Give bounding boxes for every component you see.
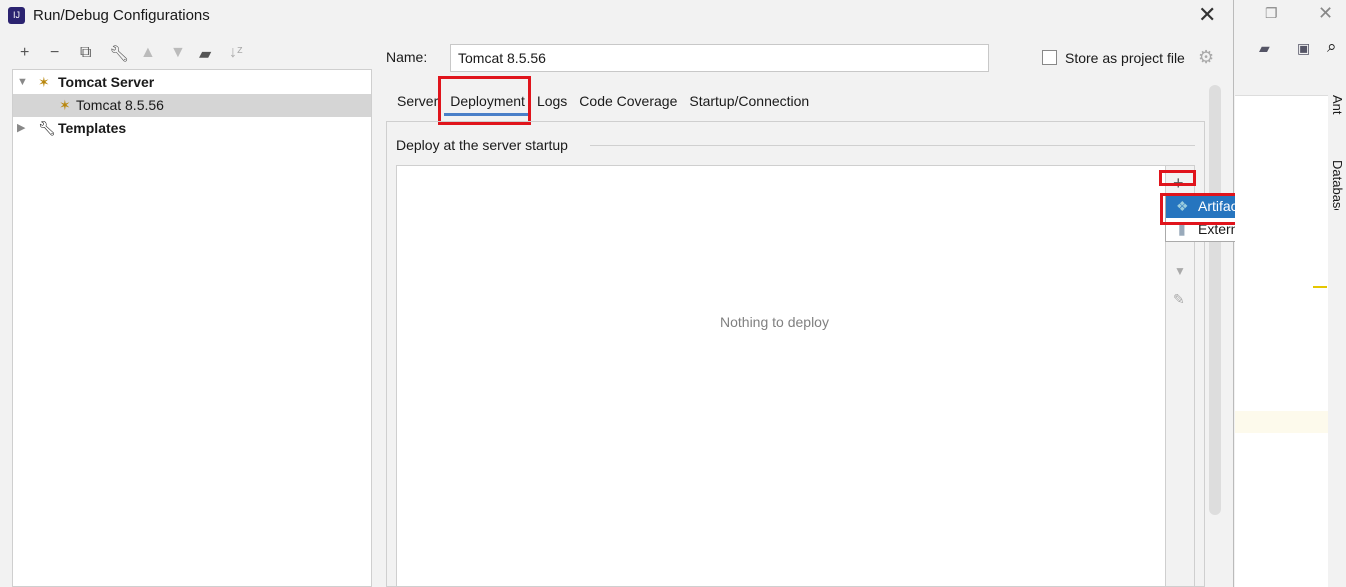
tab-logs[interactable]: Logs	[531, 92, 573, 116]
move-down-icon[interactable]: ▼	[1174, 264, 1186, 278]
highlight-box	[1159, 170, 1196, 186]
name-input[interactable]: Tomcat 8.5.56	[450, 44, 989, 72]
restore-icon[interactable]: ❐	[1265, 5, 1278, 22]
run-window-icon[interactable]: ▣	[1297, 40, 1310, 57]
run-debug-dialog: IJ Run/Debug Configurations ✕ + − ⧉ 🔧︎ ▲…	[0, 0, 1234, 587]
database-tool-tab[interactable]: Database	[1330, 160, 1345, 210]
new-folder-icon[interactable]: ▰	[199, 44, 211, 64]
tree-item-tomcat-8556[interactable]: ✶ Tomcat 8.5.56	[13, 94, 371, 117]
highlight-box	[438, 76, 531, 125]
tomcat-icon: ✶	[59, 94, 71, 117]
wrench-icon: 🔧︎	[38, 117, 56, 140]
tree-item-templates[interactable]: ▶ 🔧︎ Templates	[13, 117, 371, 140]
edit-icon[interactable]: ✎	[1173, 291, 1185, 308]
move-up-icon[interactable]: ▲	[140, 44, 156, 62]
add-icon[interactable]: +	[20, 44, 29, 62]
tab-server[interactable]: Server	[391, 92, 444, 116]
search-icon[interactable]: ⌕	[1327, 37, 1337, 57]
store-project-checkbox[interactable]	[1042, 50, 1057, 65]
deploy-list: Nothing to deploy	[396, 165, 1166, 587]
remove-icon[interactable]: −	[50, 44, 59, 62]
move-down-icon[interactable]: ▼	[170, 44, 186, 62]
gear-icon[interactable]: ⚙	[1198, 47, 1214, 68]
intellij-logo-icon: IJ	[8, 7, 25, 24]
tomcat-icon: ✶	[38, 71, 50, 94]
ide-background: ❐ ✕ ▰ ▣ ⌕ Ant Database	[1235, 0, 1346, 587]
close-icon[interactable]: ✕	[1198, 2, 1216, 28]
tree-item-tomcat-server[interactable]: ▼ ✶ Tomcat Server	[13, 71, 371, 94]
copy-icon[interactable]: ⧉	[80, 44, 91, 62]
tab-startup-connection[interactable]: Startup/Connection	[683, 92, 815, 116]
tab-code-coverage[interactable]: Code Coverage	[573, 92, 683, 116]
project-structure-icon[interactable]: ▰	[1259, 40, 1270, 57]
name-label: Name:	[386, 49, 427, 65]
empty-text: Nothing to deploy	[720, 314, 829, 330]
close-icon[interactable]: ✕	[1318, 3, 1333, 24]
section-label: Deploy at the server startup	[396, 137, 568, 153]
editor-area	[1235, 95, 1328, 587]
sort-icon[interactable]: ↓ᶻ	[229, 44, 243, 62]
scrollbar[interactable]	[1209, 85, 1221, 515]
config-tree: ▼ ✶ Tomcat Server ✶ Tomcat 8.5.56 ▶ 🔧︎ T…	[12, 69, 372, 587]
divider	[590, 145, 1195, 146]
store-project-label: Store as project file	[1065, 50, 1185, 66]
dialog-title: Run/Debug Configurations	[33, 7, 210, 24]
ant-tool-tab[interactable]: Ant	[1330, 95, 1345, 115]
wrench-icon[interactable]: 🔧︎	[109, 44, 129, 64]
